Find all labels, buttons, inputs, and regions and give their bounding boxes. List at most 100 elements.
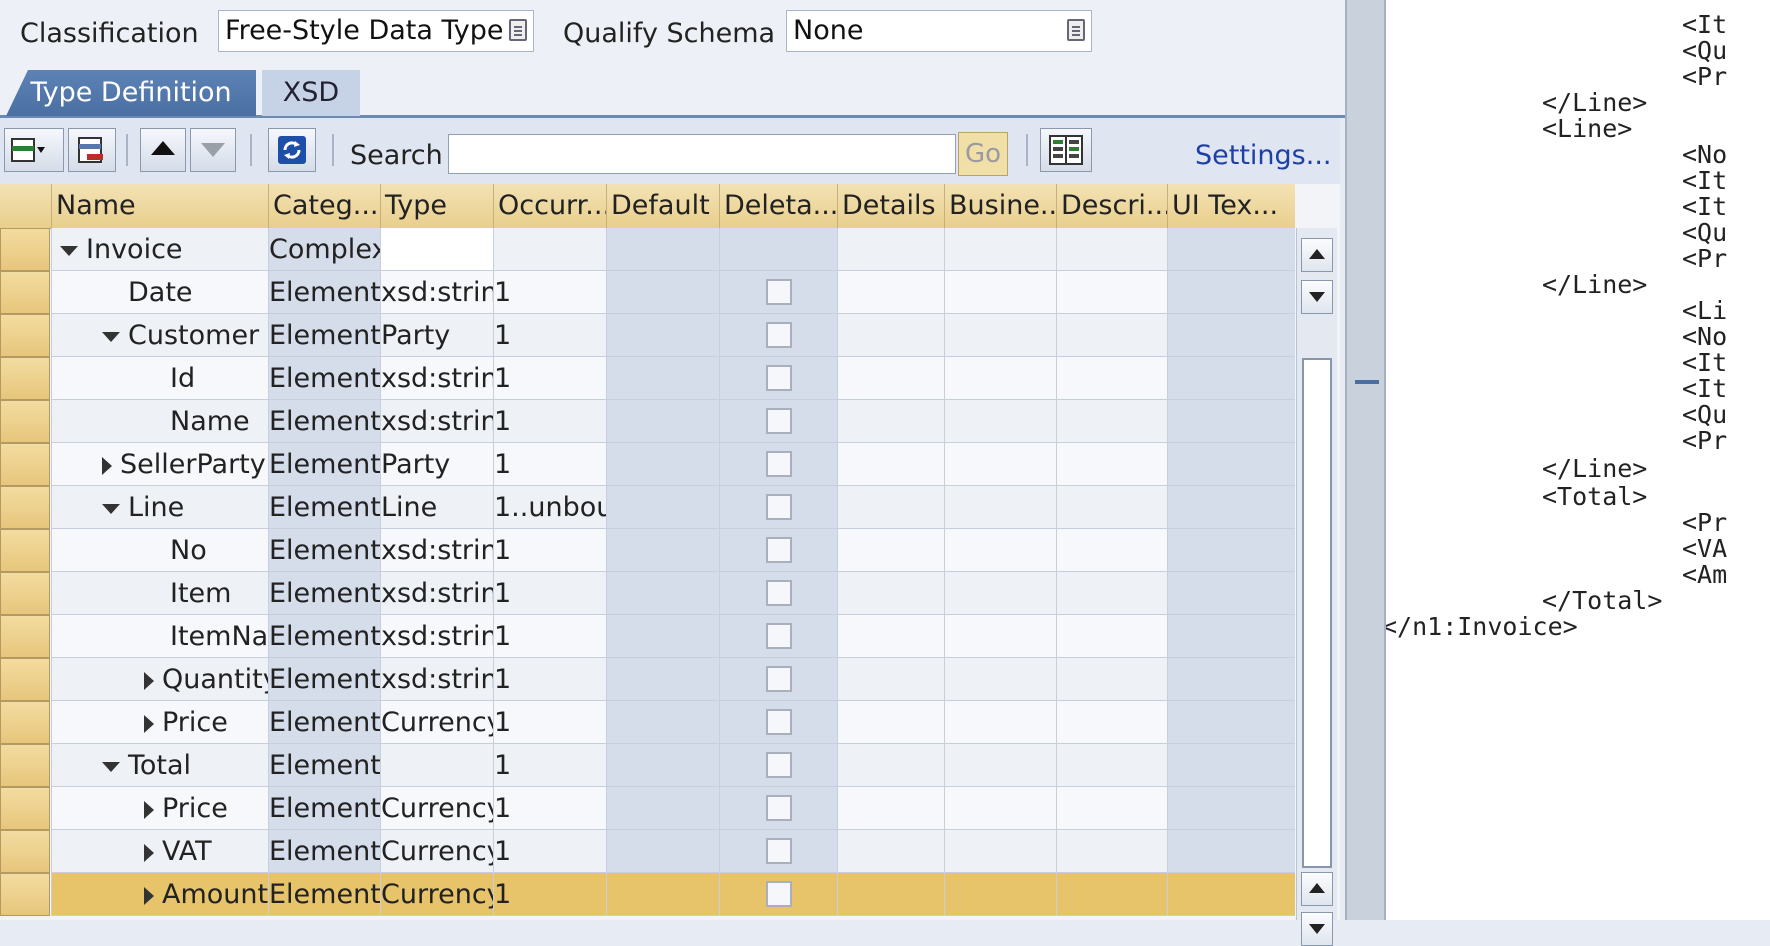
deletable-checkbox[interactable]: [765, 838, 792, 864]
deletable-checkbox[interactable]: [765, 537, 792, 563]
cell-occurrence[interactable]: 1..unbounded: [493, 486, 606, 529]
cell-ui-text[interactable]: [1167, 873, 1295, 916]
table-row[interactable]: No Elementxsd:string1: [0, 529, 1295, 572]
row-selector[interactable]: [0, 529, 50, 572]
cell-deletable[interactable]: [719, 615, 837, 658]
cell-ui-text[interactable]: [1167, 787, 1295, 830]
cell-business[interactable]: [944, 873, 1056, 916]
cell-details[interactable]: [837, 400, 944, 443]
scroll-bottom-button[interactable]: [1301, 912, 1333, 946]
cell-business[interactable]: [944, 830, 1056, 873]
deletable-checkbox[interactable]: [765, 451, 792, 477]
scroll-thumb[interactable]: [1302, 358, 1332, 868]
cell-name[interactable]: Line: [51, 486, 268, 529]
vertical-scrollbar[interactable]: [1296, 228, 1337, 946]
refresh-button[interactable]: [268, 128, 316, 172]
collapse-arrow-icon[interactable]: [144, 886, 154, 905]
cell-name[interactable]: Item: [51, 572, 268, 615]
cell-business[interactable]: [944, 701, 1056, 744]
cell-type[interactable]: Line: [380, 486, 493, 529]
cell-type[interactable]: Party: [380, 443, 493, 486]
cell-category[interactable]: Element: [268, 873, 380, 916]
deletable-checkbox[interactable]: [765, 881, 792, 907]
cell-category[interactable]: Element: [268, 314, 380, 357]
cell-details[interactable]: [837, 357, 944, 400]
row-selector[interactable]: [0, 873, 50, 916]
settings-link[interactable]: Settings...: [1195, 140, 1332, 171]
cell-business[interactable]: [944, 271, 1056, 314]
cell-default[interactable]: [606, 357, 719, 400]
cell-type[interactable]: [380, 744, 493, 787]
cell-category[interactable]: Element: [268, 486, 380, 529]
cell-deletable[interactable]: [719, 701, 837, 744]
expand-arrow-icon[interactable]: [60, 245, 78, 256]
cell-type[interactable]: xsd:string: [380, 572, 493, 615]
scroll-top-button[interactable]: [1301, 238, 1333, 272]
cell-ui-text[interactable]: [1167, 701, 1295, 744]
cell-occurrence[interactable]: 1: [493, 701, 606, 744]
row-selector[interactable]: [0, 314, 50, 357]
cell-details[interactable]: [837, 228, 944, 271]
cell-type[interactable]: Party: [380, 314, 493, 357]
splitter-handle[interactable]: [1355, 380, 1379, 384]
cell-category[interactable]: Element: [268, 658, 380, 701]
cell-deletable[interactable]: [719, 357, 837, 400]
collapse-arrow-icon[interactable]: [144, 843, 154, 862]
cell-name[interactable]: Total: [51, 744, 268, 787]
qualify-schema-dropdown[interactable]: None: [786, 10, 1092, 52]
cell-description[interactable]: [1056, 357, 1167, 400]
cell-occurrence[interactable]: 1: [493, 357, 606, 400]
cell-details[interactable]: [837, 658, 944, 701]
expand-arrow-icon[interactable]: [102, 331, 120, 342]
cell-name[interactable]: ItemName: [51, 615, 268, 658]
table-row[interactable]: SellerParty Element Party 1: [0, 443, 1295, 486]
cell-default[interactable]: [606, 572, 719, 615]
cell-type[interactable]: xsd:string: [380, 615, 493, 658]
classification-dropdown[interactable]: Free-Style Data Type: [218, 10, 534, 52]
cell-default[interactable]: [606, 443, 719, 486]
cell-deletable[interactable]: [719, 744, 837, 787]
row-selector[interactable]: [0, 443, 50, 486]
cell-description[interactable]: [1056, 658, 1167, 701]
cell-occurrence[interactable]: 1: [493, 529, 606, 572]
cell-details[interactable]: [837, 873, 944, 916]
cell-category[interactable]: Element: [268, 615, 380, 658]
deletable-checkbox[interactable]: [765, 408, 792, 434]
cell-ui-text[interactable]: [1167, 615, 1295, 658]
cell-type[interactable]: Currency: [380, 701, 493, 744]
cell-default[interactable]: [606, 228, 719, 271]
column-header-ui-text[interactable]: UI Tex...: [1167, 184, 1295, 228]
cell-occurrence[interactable]: 1: [493, 873, 606, 916]
cell-description[interactable]: [1056, 701, 1167, 744]
row-selector[interactable]: [0, 271, 50, 314]
cell-name[interactable]: No: [51, 529, 268, 572]
cell-ui-text[interactable]: [1167, 271, 1295, 314]
cell-deletable[interactable]: [719, 572, 837, 615]
cell-details[interactable]: [837, 314, 944, 357]
cell-category[interactable]: Element: [268, 400, 380, 443]
cell-category[interactable]: Element: [268, 271, 380, 314]
cell-category[interactable]: Element: [268, 830, 380, 873]
table-row[interactable]: QuantityElementxsd:string1: [0, 658, 1295, 701]
collapse-arrow-icon[interactable]: [144, 714, 154, 733]
cell-type[interactable]: [380, 228, 493, 271]
table-row[interactable]: LineElementLine1..unbounded: [0, 486, 1295, 529]
column-header-category[interactable]: Categ...: [268, 184, 380, 228]
collapse-arrow-icon[interactable]: [102, 456, 112, 475]
cell-type[interactable]: xsd:string: [380, 658, 493, 701]
go-button[interactable]: Go: [958, 132, 1008, 176]
cell-business[interactable]: [944, 529, 1056, 572]
cell-business[interactable]: [944, 486, 1056, 529]
cell-category[interactable]: Complex: [268, 228, 380, 271]
cell-business[interactable]: [944, 314, 1056, 357]
cell-default[interactable]: [606, 873, 719, 916]
row-selector[interactable]: [0, 787, 50, 830]
table-row[interactable]: Amount Element Currency 1: [0, 873, 1295, 916]
dropdown-list-icon[interactable]: [1067, 19, 1085, 41]
cell-name[interactable]: Invoice: [51, 228, 268, 271]
cell-category[interactable]: Element: [268, 744, 380, 787]
cell-business[interactable]: [944, 572, 1056, 615]
deletable-checkbox[interactable]: [765, 752, 792, 778]
cell-details[interactable]: [837, 486, 944, 529]
cell-business[interactable]: [944, 615, 1056, 658]
